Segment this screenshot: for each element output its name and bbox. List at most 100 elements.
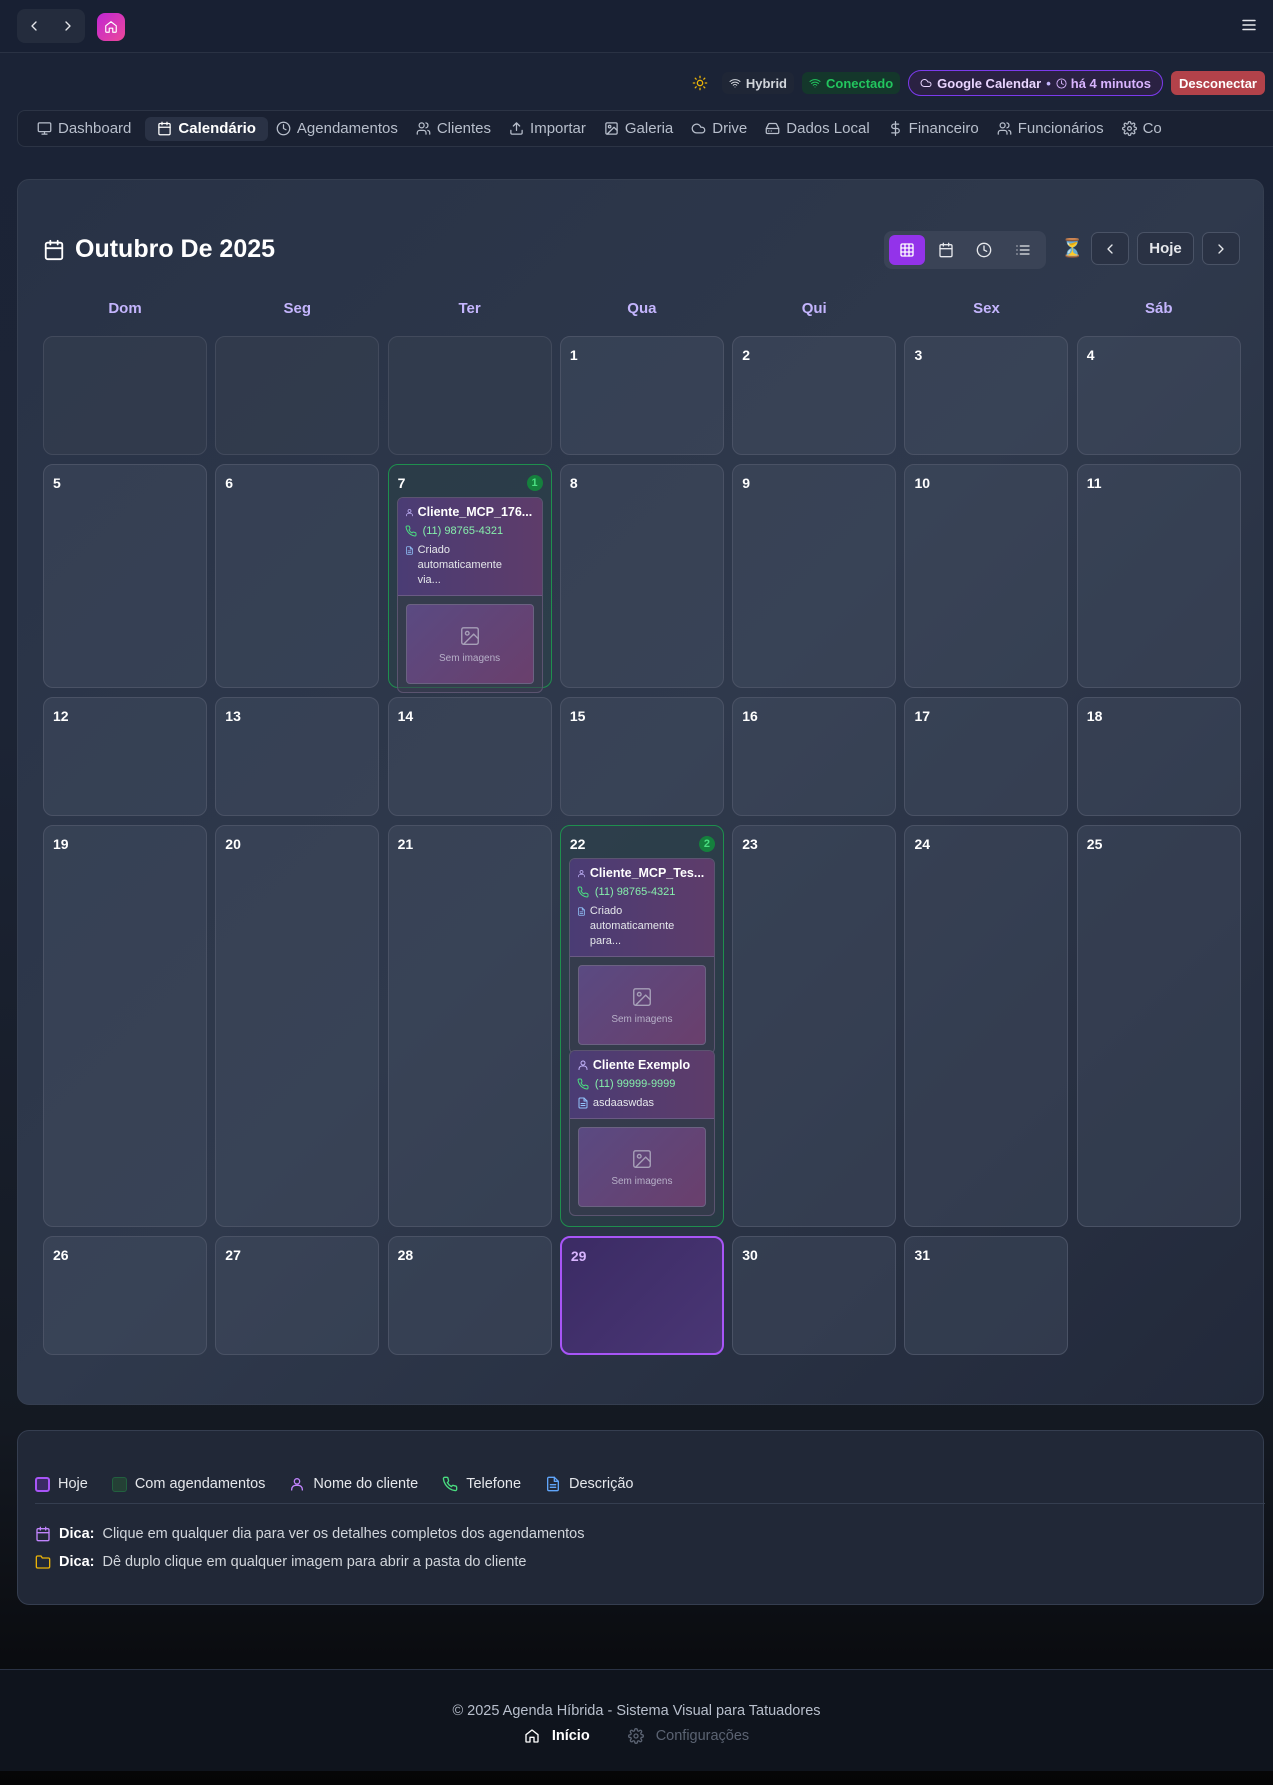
- chevron-left-icon: [31, 21, 37, 31]
- client-name: Cliente Exemplo: [577, 1058, 707, 1072]
- day-cell[interactable]: 20: [215, 825, 380, 1227]
- footer-home-link[interactable]: Início: [524, 1728, 590, 1744]
- view-day-button[interactable]: [966, 235, 1002, 265]
- day-number: 31: [914, 1247, 931, 1263]
- back-button[interactable]: [24, 16, 44, 36]
- client-phone-label: (11) 98765-4321: [422, 525, 504, 537]
- tab-calendario[interactable]: Calendário: [145, 116, 268, 141]
- tab-galeria[interactable]: Galeria: [600, 117, 683, 141]
- day-cell[interactable]: 19: [43, 825, 207, 1227]
- day-cell[interactable]: 4: [1076, 336, 1241, 455]
- day-cell[interactable]: 12: [43, 697, 207, 816]
- next-month-button[interactable]: [1202, 232, 1240, 265]
- day-cell[interactable]: 23: [732, 825, 897, 1227]
- client-name-label: Cliente Exemplo: [592, 1058, 691, 1072]
- file-text-icon: [547, 1476, 560, 1492]
- day-cell[interactable]: 13: [215, 697, 380, 816]
- theme-toggle[interactable]: [692, 75, 708, 91]
- main-tabs: Dashboard Calendário Agendamentos Client…: [17, 110, 1273, 147]
- day-cell[interactable]: 15: [559, 697, 724, 816]
- day-cell[interactable]: 9: [732, 464, 897, 688]
- day-cell[interactable]: 8: [559, 464, 724, 688]
- view-list-button[interactable]: [1005, 235, 1041, 265]
- day-cell[interactable]: 31: [904, 1236, 1069, 1355]
- tab-funcionarios[interactable]: Funcionários: [993, 117, 1114, 141]
- disconnect-button[interactable]: Desconectar: [1170, 71, 1265, 95]
- day-cell-with-appointments[interactable]: 7 1 Cliente_MCP_176... (11) 98765-4321 C…: [387, 464, 552, 693]
- day-cell[interactable]: 28: [387, 1236, 552, 1355]
- view-month-button[interactable]: [889, 235, 926, 265]
- app-home-button[interactable]: [97, 13, 125, 41]
- tab-financeiro[interactable]: Financeiro: [884, 117, 989, 141]
- day-cell[interactable]: 10: [904, 464, 1069, 688]
- tab-label: Importar: [530, 120, 586, 137]
- image-placeholder[interactable]: Sem imagens: [577, 965, 706, 1045]
- home-icon: [105, 21, 117, 33]
- day-number: 9: [742, 475, 750, 491]
- today-cell[interactable]: 29: [559, 1236, 724, 1355]
- description-line: automaticamente via...: [417, 559, 502, 586]
- day-cell[interactable]: 1: [559, 336, 724, 455]
- day-cell[interactable]: 3: [904, 336, 1069, 455]
- day-cell[interactable]: 17: [904, 697, 1069, 816]
- day-cell[interactable]: 21: [387, 825, 552, 1227]
- day-cell[interactable]: 18: [1076, 697, 1241, 816]
- footer-settings-link[interactable]: Configurações: [627, 1728, 749, 1744]
- client-phone-label: (11) 99999-9999: [594, 1078, 676, 1090]
- day-cell[interactable]: 6: [215, 464, 380, 688]
- tab-importar[interactable]: Importar: [505, 117, 596, 141]
- empty-day-cell: [215, 336, 380, 455]
- image-placeholder[interactable]: Sem imagens: [405, 604, 534, 684]
- day-cell-with-appointments[interactable]: 22 2 Cliente_MCP_Tes... (11) 98765-4321 …: [559, 825, 724, 1227]
- appointment-card[interactable]: Cliente_MCP_176... (11) 98765-4321 Criad…: [396, 497, 543, 693]
- weekday-label: Sex: [973, 300, 1000, 317]
- day-cell[interactable]: 25: [1076, 825, 1241, 1227]
- blank-cell: [1077, 1236, 1241, 1355]
- phone-icon: [442, 1476, 458, 1492]
- user-icon: [578, 1060, 588, 1070]
- day-cell[interactable]: 30: [732, 1236, 897, 1355]
- day-cell[interactable]: 24: [904, 825, 1069, 1227]
- day-number: 17: [914, 708, 931, 724]
- tab-dashboard[interactable]: Dashboard: [33, 117, 141, 141]
- tab-clientes[interactable]: Clientes: [412, 117, 501, 141]
- users-icon: [997, 122, 1012, 135]
- client-phone: (11) 99999-9999: [577, 1078, 707, 1090]
- menu-button[interactable]: [1240, 16, 1258, 34]
- tab-label: Drive: [712, 120, 748, 137]
- day-cell[interactable]: 27: [215, 1236, 380, 1355]
- forward-button[interactable]: [58, 16, 78, 36]
- day-cell[interactable]: 2: [732, 336, 897, 455]
- wifi-icon: [809, 79, 821, 88]
- tab-dados-local[interactable]: Dados Local: [761, 117, 879, 141]
- wifi-icon: [729, 79, 741, 88]
- tab-drive[interactable]: Drive: [687, 117, 757, 141]
- tab-agendamentos[interactable]: Agendamentos: [272, 117, 408, 141]
- legend-description: Descrição: [545, 1476, 633, 1492]
- appointment-card[interactable]: Cliente Exemplo (11) 99999-9999 asdaaswd…: [568, 1050, 715, 1216]
- tab-label: Calendário: [178, 120, 256, 137]
- day-cell[interactable]: 11: [1076, 464, 1241, 688]
- day-cell[interactable]: 16: [732, 697, 897, 816]
- appointment-header: Cliente Exemplo (11) 99999-9999 asdaaswd…: [569, 1051, 714, 1119]
- day-cell[interactable]: 5: [43, 464, 207, 688]
- clock-icon: [976, 242, 992, 258]
- tab-configuracoes[interactable]: Co: [1118, 117, 1172, 141]
- client-phone: (11) 98765-4321: [405, 525, 535, 537]
- image-placeholder[interactable]: Sem imagens: [577, 1127, 706, 1207]
- day-cell[interactable]: 14: [387, 697, 552, 816]
- service-label: Google Calendar: [937, 75, 1042, 91]
- view-week-button[interactable]: [928, 235, 964, 265]
- prev-month-button[interactable]: [1091, 232, 1129, 265]
- calendar-card: Outubro De 2025 ⏳ Hoje Dom Seg Ter Qua Q…: [17, 179, 1264, 1405]
- weekday-label: Sáb: [1145, 300, 1173, 317]
- appointment-card[interactable]: Cliente_MCP_Tes... (11) 98765-4321 Criad…: [568, 858, 715, 1054]
- day-number: 7: [397, 475, 406, 491]
- tip-label: Dica:: [59, 1526, 95, 1542]
- google-calendar-badge[interactable]: Google Calendar • há 4 minutos: [908, 70, 1163, 96]
- today-button[interactable]: Hoje: [1137, 232, 1194, 265]
- tab-label: Co: [1142, 120, 1162, 137]
- day-cell[interactable]: 26: [43, 1236, 207, 1355]
- day-number: 21: [397, 836, 414, 852]
- day-number: 3: [914, 347, 923, 363]
